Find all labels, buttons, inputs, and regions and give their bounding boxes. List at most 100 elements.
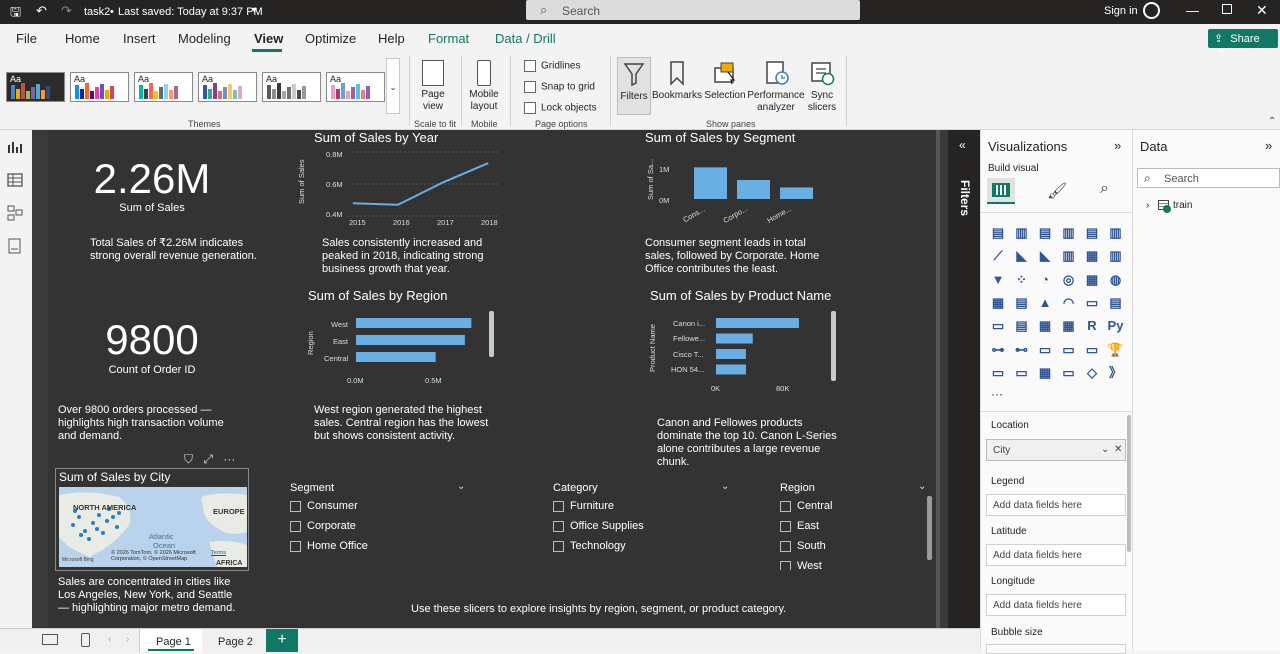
mobile-layout-button[interactable]: Mobile layout xyxy=(466,60,502,113)
share-button[interactable]: ⇪ Share ▼ xyxy=(1208,29,1278,56)
well-latitude-field[interactable]: Add data fields here xyxy=(986,544,1126,566)
theme-swatch-1[interactable]: Aa xyxy=(6,72,65,102)
tab-optimize[interactable]: Optimize xyxy=(305,31,356,46)
power-apps-icon[interactable]: ▭ xyxy=(989,364,1007,382)
pie-chart-icon[interactable]: ◔ xyxy=(1036,271,1054,289)
well-bubble-size-field[interactable] xyxy=(986,644,1126,654)
slicer-item-west[interactable]: West xyxy=(780,560,822,570)
more-options-icon[interactable]: ··· xyxy=(223,452,235,466)
line-column-chart-icon[interactable]: ▥ xyxy=(1060,247,1078,265)
tab-insert[interactable]: Insert xyxy=(123,31,156,46)
azure-map-chart-icon[interactable]: ▲ xyxy=(1036,294,1054,312)
100-column-chart-icon[interactable]: ▥ xyxy=(1107,224,1125,242)
waterfall-chart-icon[interactable]: ▥ xyxy=(1107,247,1125,265)
100-bar-chart-icon[interactable]: ▤ xyxy=(1083,224,1101,242)
matrix-visual-icon[interactable]: ▦ xyxy=(1060,317,1078,335)
lock-objects-checkbox[interactable]: Lock objects xyxy=(524,102,597,114)
prev-page-icon[interactable]: ‹ xyxy=(108,634,111,645)
chevron-down-icon[interactable]: ⌄ xyxy=(457,481,465,492)
segment-bar-chart[interactable] xyxy=(678,155,828,201)
stacked-column-chart-icon[interactable]: ▥ xyxy=(1013,224,1031,242)
filters-pane-button[interactable]: Filters xyxy=(617,57,651,115)
qa-visual-icon[interactable]: ▭ xyxy=(1036,341,1054,359)
shape-map-chart-icon[interactable]: ▤ xyxy=(1013,294,1031,312)
search-input[interactable]: ⌕ Search xyxy=(526,0,860,20)
page-tab-1[interactable]: Page 1 xyxy=(139,629,208,652)
map-visual[interactable]: Sum of Sales by City NORTH AMERICA EUROP… xyxy=(55,468,249,571)
tab-format[interactable]: Format xyxy=(428,31,469,46)
multirow-card-icon[interactable]: ▤ xyxy=(1107,294,1125,312)
collapse-ribbon-icon[interactable]: ⌃ xyxy=(1268,116,1276,127)
add-page-button[interactable]: + xyxy=(266,629,298,652)
map-terms-link[interactable]: Terms xyxy=(211,550,226,556)
stacked-bar-chart-icon[interactable]: ▤ xyxy=(989,224,1007,242)
slicer-item-home-office[interactable]: Home Office xyxy=(290,540,368,552)
page-view-button[interactable]: Page view xyxy=(416,60,450,113)
slicer-item-central[interactable]: Central xyxy=(780,500,832,512)
minimize-icon[interactable]: — xyxy=(1186,3,1199,18)
ribbon-chart-icon[interactable]: ▦ xyxy=(1083,247,1101,265)
product-scrollbar[interactable] xyxy=(831,311,836,381)
paginated-report-icon[interactable]: ▭ xyxy=(1083,341,1101,359)
line-chart-icon[interactable]: ⟋ xyxy=(989,247,1007,265)
viz-scrollbar[interactable] xyxy=(1127,415,1131,552)
card-visual-icon[interactable]: ▭ xyxy=(1083,294,1101,312)
donut-chart-icon[interactable]: ◎ xyxy=(1060,271,1078,289)
format-visual-icon[interactable]: 🖌 xyxy=(1047,181,1067,201)
maximize-icon[interactable] xyxy=(1222,4,1232,14)
region-scrollbar[interactable] xyxy=(489,311,494,357)
theme-swatch-5[interactable]: Aa xyxy=(262,72,321,102)
slicer-item-furniture[interactable]: Furniture xyxy=(553,500,614,512)
tab-home[interactable]: Home xyxy=(65,31,100,46)
save-icon[interactable]: 🖫 xyxy=(10,3,21,25)
table-name[interactable]: train xyxy=(1173,200,1192,211)
data-search-input[interactable]: ⌕ Search xyxy=(1137,168,1280,188)
theme-swatch-2[interactable]: Aa xyxy=(70,72,129,102)
region-bar-chart[interactable] xyxy=(356,316,486,366)
expand-filters-icon[interactable]: « xyxy=(959,138,966,152)
slicer-visual-icon[interactable]: ▤ xyxy=(1013,317,1031,335)
well-legend-field[interactable]: Add data fields here xyxy=(986,494,1126,516)
map-chart-icon[interactable]: ◍ xyxy=(1107,271,1125,289)
snap-to-grid-checkbox[interactable]: Snap to grid xyxy=(524,81,595,93)
well-longitude-field[interactable]: Add data fields here xyxy=(986,594,1126,616)
gridlines-checkbox[interactable]: Gridlines xyxy=(524,60,580,72)
canvas-scrollbar[interactable] xyxy=(936,130,940,628)
year-line-chart[interactable] xyxy=(348,150,503,218)
slicer-item-consumer[interactable]: Consumer xyxy=(290,500,358,512)
tab-file[interactable]: File xyxy=(16,31,37,46)
map-area[interactable]: NORTH AMERICA EUROPE Atlantic Ocean AFRI… xyxy=(59,487,247,567)
chevron-visual-icon[interactable]: 》 xyxy=(1107,364,1125,382)
tab-help[interactable]: Help xyxy=(378,31,405,46)
slicer-item-corporate[interactable]: Corporate xyxy=(290,520,356,532)
selection-pane-button[interactable]: Selection xyxy=(703,60,747,102)
slicer-region-scrollbar[interactable] xyxy=(927,496,932,560)
remove-field-icon[interactable]: ✕ xyxy=(1114,444,1122,455)
slicer-item-technology[interactable]: Technology xyxy=(553,540,626,552)
sync-slicers-button[interactable]: Sync slicers xyxy=(805,60,839,114)
focus-mode-icon[interactable]: ⤢ xyxy=(203,452,213,466)
close-icon[interactable]: ✕ xyxy=(1256,2,1268,19)
performance-analyzer-button[interactable]: Performance analyzer xyxy=(747,60,805,114)
well-location-field[interactable]: City ⌄ ✕ xyxy=(986,439,1126,461)
model-view-icon[interactable] xyxy=(7,205,23,221)
bookmarks-pane-button[interactable]: Bookmarks xyxy=(652,60,702,102)
themes-scroll[interactable]: ⌄ xyxy=(386,58,400,114)
tab-data-drill[interactable]: Data / Drill xyxy=(495,31,556,46)
chevron-right-icon[interactable]: › xyxy=(1146,200,1149,211)
next-page-icon[interactable]: › xyxy=(126,634,129,645)
kpi-visual-icon[interactable]: ▭ xyxy=(989,317,1007,335)
table-view-icon[interactable] xyxy=(7,172,23,188)
funnel-chart-icon[interactable]: ▼ xyxy=(989,271,1007,289)
goals-visual-icon[interactable]: 🏆 xyxy=(1107,341,1125,359)
table-visual-icon[interactable]: ▦ xyxy=(1036,317,1054,335)
slicer-item-south[interactable]: South xyxy=(780,540,826,552)
redo-icon[interactable]: ↷ xyxy=(61,3,72,19)
arcgis-map-icon[interactable]: ▦ xyxy=(1036,364,1054,382)
narrative-visual-icon[interactable]: ▭ xyxy=(1060,341,1078,359)
slicer-item-office-supplies[interactable]: Office Supplies xyxy=(553,520,644,532)
gauge-chart-icon[interactable]: ◠ xyxy=(1060,294,1078,312)
filters-pane-collapsed[interactable]: « Filters xyxy=(948,130,980,628)
diamond-visual-icon[interactable]: ◇ xyxy=(1083,364,1101,382)
tab-modeling[interactable]: Modeling xyxy=(178,31,231,46)
